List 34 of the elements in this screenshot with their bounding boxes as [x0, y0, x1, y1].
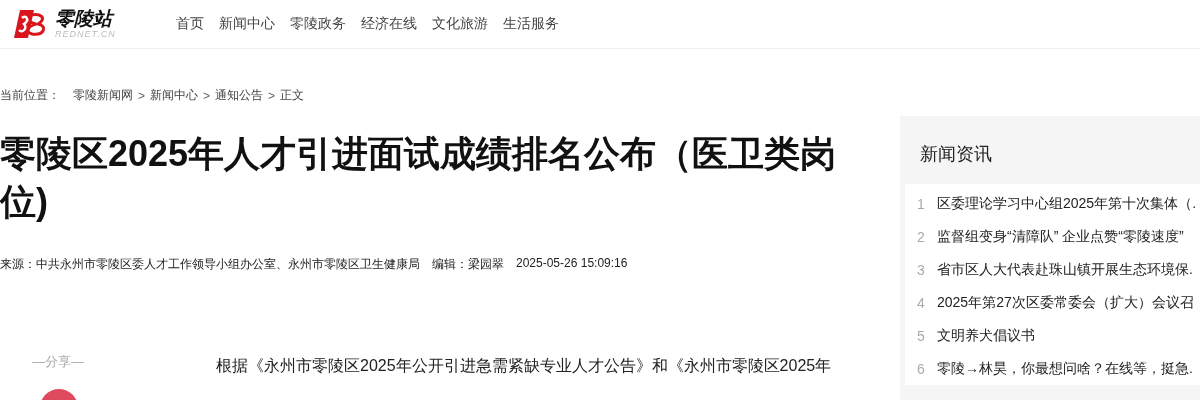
news-link[interactable]: 2025年第27次区委常委会（扩大）会议召 [937, 293, 1194, 312]
news-link[interactable]: 省市区人大代表赴珠山镇开展生态环境保. [937, 260, 1193, 279]
item-number: 6 [916, 360, 926, 377]
sidebar-title: 新闻资讯 [919, 143, 993, 166]
news-link[interactable]: 区委理论学习中心组2025年第十次集体（. [937, 194, 1197, 213]
breadcrumb-separator: > [203, 88, 211, 103]
news-link[interactable]: 文明养犬倡议书 [937, 326, 1035, 345]
item-number: 1 [916, 195, 926, 212]
breadcrumb-link[interactable]: 正文 [280, 87, 305, 104]
item-number: 5 [916, 327, 926, 344]
article-meta: 编辑：梁园翠 [432, 256, 504, 273]
article-meta: 来源：中共永州市零陵区委人才工作领导小组办公室、永州市零陵区卫生健康局 [0, 256, 420, 273]
site-name: 零陵站 [55, 9, 116, 28]
item-number: 4 [916, 294, 926, 311]
breadcrumb-link[interactable]: 通知公告 [215, 87, 264, 104]
share-label: —分享— [32, 353, 84, 371]
breadcrumb-link[interactable]: 新闻中心 [150, 87, 198, 104]
item-number: 2 [916, 228, 926, 245]
article-paragraph: 根据《永州市零陵区2025年公开引进急需紧缺专业人才公告》和《永州市零陵区2025年 [215, 356, 832, 376]
breadcrumb-label: 当前位置： [0, 87, 60, 104]
nav-link[interactable]: 经济在线 [361, 15, 417, 33]
nav-link[interactable]: 零陵政务 [290, 15, 346, 33]
breadcrumb-link[interactable]: 零陵新闻网 [73, 87, 133, 104]
nav-link[interactable]: 新闻中心 [219, 15, 275, 33]
breadcrumb-separator: > [138, 88, 145, 103]
news-link[interactable]: 监督组变身“清障队” 企业点赞“零陵速度” [937, 227, 1184, 246]
breadcrumb-separator: > [268, 88, 276, 103]
nav-link[interactable]: 首页 [176, 15, 204, 33]
site-domain: REDNET.CN [55, 30, 116, 39]
news-link[interactable]: 零陵→林昊，你最想问啥？在线等，挺急. [937, 359, 1193, 378]
nav-link[interactable]: 生活服务 [503, 15, 559, 33]
item-number: 3 [916, 261, 926, 278]
article-meta: 2025-05-26 15:09:16 [516, 256, 628, 272]
nav-link[interactable]: 文化旅游 [432, 15, 488, 33]
